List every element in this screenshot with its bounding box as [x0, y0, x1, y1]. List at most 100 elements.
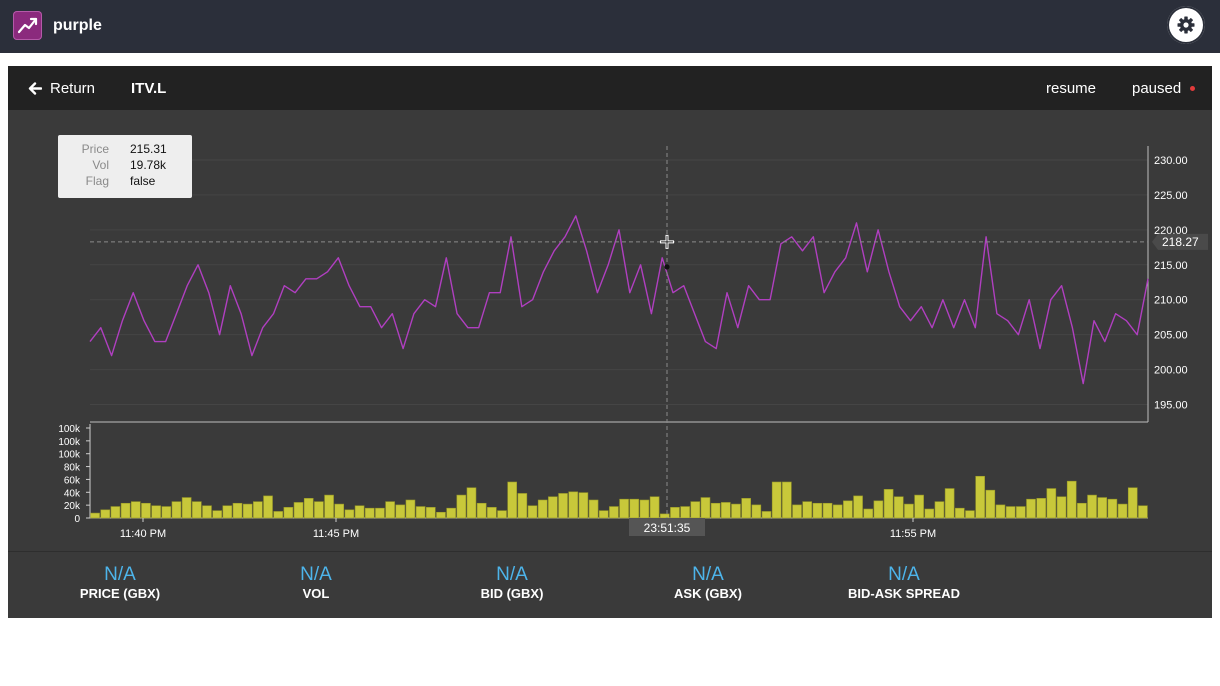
- volume-bar: [314, 501, 324, 519]
- volume-tick-label: 20k: [64, 501, 81, 512]
- volume-bar: [405, 499, 416, 519]
- gear-icon: [1177, 16, 1195, 34]
- crosshair-cursor-icon-inner: [661, 235, 673, 248]
- volume-bar: [1026, 498, 1036, 519]
- volume-bar: [415, 506, 426, 519]
- volume-bar: [334, 503, 345, 519]
- tooltip-row-price: Price 215.31: [58, 142, 192, 158]
- price-tick-label: 225.00: [1154, 190, 1188, 202]
- volume-bar: [782, 481, 792, 519]
- volume-bar: [283, 507, 294, 519]
- stat-bid-value: N/A: [496, 564, 528, 585]
- stat-vol: N/A VOL: [226, 564, 406, 601]
- volume-bar: [934, 501, 945, 519]
- stat-vol-value: N/A: [300, 564, 332, 585]
- volume-bar: [761, 511, 772, 519]
- volume-bar: [344, 509, 355, 519]
- tooltip-key: Vol: [92, 158, 109, 172]
- volume-tick-label: 80k: [64, 463, 81, 474]
- volume-bar: [792, 504, 802, 519]
- volume-bar: [436, 511, 446, 519]
- volume-bar: [904, 503, 914, 519]
- tooltip-value: false: [130, 174, 156, 188]
- volume-bar: [273, 511, 283, 519]
- price-tick-label: 230.00: [1154, 155, 1188, 167]
- volume-bar: [507, 481, 517, 519]
- volume-bar: [659, 513, 670, 519]
- volume-bar: [619, 498, 629, 519]
- volume-bar: [1066, 480, 1077, 519]
- price-tick-label: 205.00: [1154, 330, 1188, 342]
- stat-spread: N/A BID-ASK SPREAD: [814, 564, 994, 601]
- price-tick-label: 200.00: [1154, 365, 1188, 377]
- volume-bar: [527, 505, 538, 519]
- volume-bar: [90, 512, 100, 519]
- volume-bar: [232, 502, 243, 519]
- volume-bar: [873, 500, 884, 519]
- volume-bar: [1127, 487, 1138, 519]
- volume-bar: [680, 506, 690, 519]
- time-tick-label: 11:45 PM: [313, 528, 359, 540]
- volume-bar: [741, 498, 751, 519]
- volume-bar: [375, 507, 385, 519]
- volume-bar: [965, 510, 975, 519]
- trend-logo-icon[interactable]: [13, 11, 42, 40]
- volume-bar: [832, 504, 843, 519]
- volume-bar: [670, 507, 680, 519]
- volume-bar: [466, 487, 477, 519]
- volume-bar: [548, 496, 558, 519]
- volume-bar: [476, 502, 487, 519]
- volume-tick-label: 40k: [64, 488, 81, 499]
- volume-bar: [487, 507, 497, 519]
- volume-bar: [120, 502, 131, 519]
- tooltip-row-flag: Flag false: [58, 174, 192, 190]
- tooltip-key: Flag: [85, 174, 109, 188]
- volume-bar: [1097, 497, 1107, 519]
- volume-bar: [446, 507, 456, 519]
- volume-bar: [263, 495, 273, 519]
- volume-tick-label: 0: [74, 514, 80, 525]
- stat-bid-label: BID (GBX): [480, 586, 544, 601]
- volume-tick-label: 100k: [58, 437, 81, 448]
- volume-bar: [385, 501, 395, 519]
- volume-bar: [822, 502, 833, 519]
- volume-bar: [731, 503, 741, 519]
- volume-bar: [721, 502, 731, 519]
- volume-tick-label: 60k: [64, 475, 81, 486]
- footer-divider: [8, 551, 1212, 552]
- volume-bar: [914, 494, 924, 519]
- hover-point-marker: [664, 264, 670, 270]
- volume-bar: [893, 496, 904, 519]
- top-bar: purple: [0, 0, 1220, 53]
- volume-bar: [1005, 506, 1016, 519]
- volume-bar: [212, 510, 222, 519]
- volume-bar: [222, 505, 233, 519]
- volume-bar: [975, 475, 985, 519]
- volume-bar: [1077, 502, 1087, 519]
- crosshair-price-label: 218.27: [1162, 235, 1199, 249]
- stat-vol-label: VOL: [302, 586, 330, 601]
- volume-bar: [426, 507, 436, 519]
- volume-bar: [955, 507, 965, 519]
- app-name: purple: [53, 17, 102, 34]
- volume-bar: [995, 504, 1006, 519]
- volume-bar: [141, 502, 151, 519]
- tooltip-value: 215.31: [130, 142, 167, 156]
- volume-bar: [395, 504, 406, 519]
- price-tick-label: 195.00: [1154, 400, 1188, 412]
- volume-bar: [700, 497, 711, 519]
- stat-spread-value: N/A: [888, 564, 920, 585]
- volume-bar: [1056, 496, 1067, 519]
- volume-bar: [985, 489, 996, 519]
- volume-bar: [1036, 498, 1046, 519]
- stat-ask-value: N/A: [692, 564, 724, 585]
- settings-button[interactable]: [1167, 6, 1205, 44]
- time-tick-label: 11:40 PM: [120, 528, 166, 540]
- volume-bar: [242, 503, 253, 519]
- volume-bar: [710, 502, 721, 519]
- volume-tick-label: 100k: [58, 424, 81, 435]
- volume-bar: [100, 509, 111, 519]
- volume-bar: [883, 489, 894, 519]
- volume-bar: [1107, 498, 1118, 519]
- volume-bar: [609, 506, 619, 519]
